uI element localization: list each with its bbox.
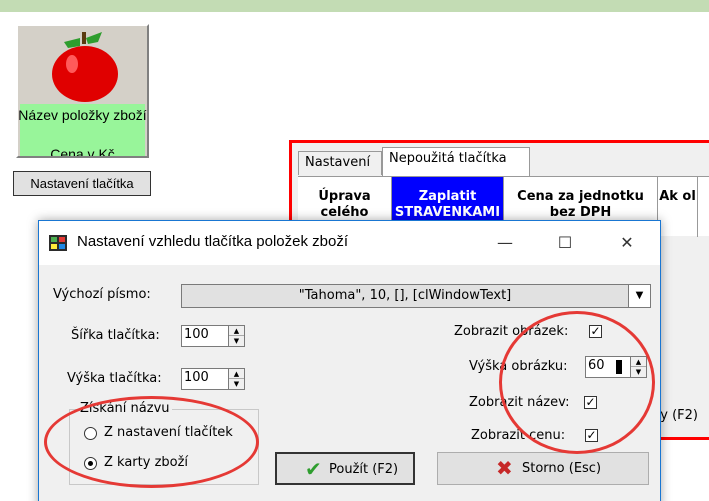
button-width-spinner[interactable]: ▲ ▼ [181, 325, 245, 347]
button-height-spinner[interactable]: ▲ ▼ [181, 368, 245, 390]
spin-down-icon[interactable]: ▼ [229, 379, 244, 389]
image-height-label: Výška obrázku: [469, 359, 568, 374]
button-settings-button[interactable]: Nastavení tlačítka [13, 171, 151, 196]
screen: Název položky zboží Cena v Kč Nastavení … [0, 0, 709, 501]
maximize-icon[interactable]: ☐ [543, 229, 587, 257]
app-icon [49, 235, 67, 251]
image-height-input[interactable] [588, 358, 614, 373]
minimize-icon[interactable]: — [483, 229, 527, 257]
apply-button-label: Použít (F2) [329, 462, 399, 477]
button-appearance-dialog: Nastavení vzhledu tlačítka položek zboží… [38, 220, 661, 501]
button-height-input[interactable] [184, 370, 224, 385]
tile-product-name: Název položky zboží [18, 107, 147, 123]
spinner-buttons[interactable]: ▲ ▼ [630, 357, 646, 377]
show-price-label: Zobrazit cenu: [471, 428, 566, 443]
show-name-checkbox[interactable]: ✓ [584, 396, 597, 409]
show-image-label: Zobrazit obrázek: [454, 324, 569, 339]
cancel-button[interactable]: ✖ Storno (Esc) [437, 452, 649, 485]
spinner-buttons[interactable]: ▲ ▼ [228, 326, 244, 346]
button-width-label: Šířka tlačítka: [71, 328, 160, 343]
close-icon[interactable]: ✕ [605, 229, 649, 257]
spin-up-icon[interactable]: ▲ [229, 369, 244, 379]
show-image-checkbox[interactable]: ✓ [589, 325, 602, 338]
spin-down-icon[interactable]: ▼ [631, 367, 646, 377]
apple-icon [50, 30, 120, 106]
product-tile-preview[interactable]: Název položky zboží Cena v Kč [16, 24, 149, 158]
text-cursor [616, 360, 622, 374]
radio-from-button-settings-label[interactable]: Z nastavení tlačítek [104, 425, 233, 440]
radio-from-product-card[interactable] [84, 457, 97, 470]
tile-product-price: Cena v Kč [50, 146, 115, 158]
apply-button[interactable]: ✔ Použít (F2) [275, 452, 415, 485]
show-name-label: Zobrazit název: [469, 395, 570, 410]
name-source-title: Získání názvu [78, 401, 172, 416]
tab-settings[interactable]: Nastavení [298, 151, 382, 175]
default-font-select[interactable]: "Tahoma", 10, [], [clWindowText] ▼ [181, 284, 651, 308]
show-price-checkbox[interactable]: ✓ [585, 429, 598, 442]
name-source-group: Získání názvu Z nastavení tlačítek Z kar… [69, 401, 259, 485]
default-font-value: "Tahoma", 10, [], [clWindowText] [298, 288, 512, 303]
checkmark-icon: ✔ [305, 457, 322, 481]
button-width-input[interactable] [184, 327, 224, 342]
image-height-spinner[interactable]: ▲ ▼ [585, 356, 647, 378]
chevron-down-icon[interactable]: ▼ [628, 285, 650, 307]
button-height-label: Výška tlačítka: [67, 371, 162, 386]
radio-from-product-card-label[interactable]: Z karty zboží [104, 455, 188, 470]
spin-up-icon[interactable]: ▲ [229, 326, 244, 336]
cancel-button-label: Storno (Esc) [522, 461, 602, 476]
radio-from-button-settings[interactable] [84, 427, 97, 440]
default-font-label: Výchozí písmo: [53, 287, 151, 302]
dialog-titlebar: Nastavení vzhledu tlačítka položek zboží… [39, 221, 660, 265]
spin-down-icon[interactable]: ▼ [229, 336, 244, 346]
spinner-buttons[interactable]: ▲ ▼ [228, 369, 244, 389]
spin-up-icon[interactable]: ▲ [631, 357, 646, 367]
tab-unused-buttons[interactable]: Nepoužitá tlačítka [382, 147, 530, 176]
dialog-title: Nastavení vzhledu tlačítka položek zboží [77, 233, 348, 250]
cross-icon: ✖ [496, 456, 513, 480]
top-bar [0, 0, 709, 12]
grid-cell[interactable]: Ak ol [658, 177, 698, 237]
